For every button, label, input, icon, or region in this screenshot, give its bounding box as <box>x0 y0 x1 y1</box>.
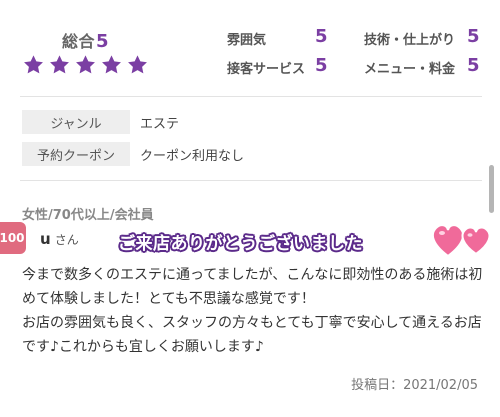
reviewer-name-text: u <box>40 230 51 248</box>
info-row-genre: ジャンル エステ <box>22 110 179 134</box>
info-row-coupon: 予約クーポン クーポン利用なし <box>22 142 244 166</box>
sub-rating-value-service: 5 <box>315 55 328 76</box>
sub-rating-value-menu-price: 5 <box>467 55 480 76</box>
sub-rating-value-technique: 5 <box>467 26 480 47</box>
divider <box>20 180 482 181</box>
star-icon <box>128 55 147 74</box>
reviewer-meta: 女性/70代以上/会社員 <box>22 208 154 223</box>
hearts-icon <box>431 224 491 258</box>
star-icon <box>50 55 69 74</box>
divider <box>20 96 482 97</box>
sub-rating-label-atmosphere: 雰囲気 <box>227 33 267 48</box>
reviewer-honorific: さん <box>54 233 79 247</box>
reviewer-name[interactable]: u さん <box>40 230 79 248</box>
rating-summary: 総合5 雰囲気 5 技術・仕上がり 5 接客サービス 5 メニュー・料金 5 <box>0 0 500 96</box>
sub-rating-label-technique: 技術・仕上がり <box>364 33 456 48</box>
star-icon <box>76 55 95 74</box>
badge-count: 100 <box>0 231 25 245</box>
star-rating <box>22 54 149 76</box>
info-key-coupon: 予約クーポン <box>22 142 130 166</box>
sub-rating-value-atmosphere: 5 <box>315 26 328 47</box>
info-value-genre: エステ <box>140 116 180 132</box>
overall-label: 総合 <box>62 32 96 51</box>
overall-value: 5 <box>96 31 110 52</box>
overall-rating: 総合5 <box>62 28 109 52</box>
info-key-genre: ジャンル <box>22 110 130 134</box>
star-icon <box>24 55 43 74</box>
sub-rating-label-menu-price: メニュー・料金 <box>364 62 456 77</box>
review-body: 今まで数多くのエステに通ってましたが、こんなに即効性のある施術は初めて体験しまし… <box>22 267 483 355</box>
scrollbar-thumb[interactable] <box>489 165 494 213</box>
sub-rating-label-service: 接客サービス <box>227 62 306 77</box>
post-date: 投稿日：2021/02/05 <box>351 378 478 393</box>
star-icon <box>102 55 121 74</box>
info-value-coupon: クーポン利用なし <box>140 148 245 164</box>
reviewer-badge: 100 <box>0 222 26 254</box>
thanks-overlay-text: ご来店ありがとうございました <box>118 234 363 254</box>
